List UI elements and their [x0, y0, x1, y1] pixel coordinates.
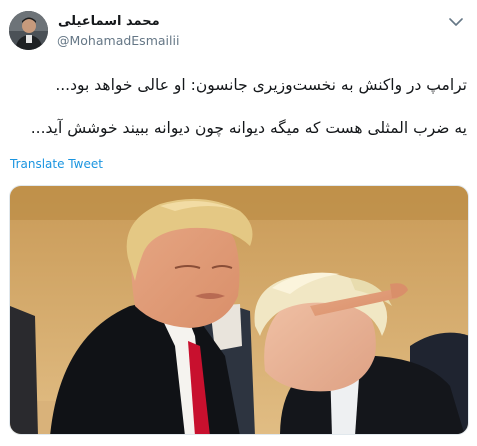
author-name[interactable]: محمد اسماعیلی: [58, 14, 160, 29]
avatar[interactable]: [9, 11, 48, 50]
chevron-down-icon[interactable]: [449, 17, 463, 27]
author-handle[interactable]: @MohamadEsmailii: [57, 33, 179, 48]
tweet-card: محمد اسماعیلی @MohamadEsmailii ترامپ در …: [0, 0, 477, 446]
photo-illustration: [10, 186, 468, 434]
tweet-text-line-1: ترامپ در واکنش به نخست‌وزیری جانسون: او …: [55, 76, 467, 94]
tweet-text-line-2: یه ضرب المثلی هست که میگه دیوانه چون دیو…: [30, 119, 467, 137]
tweet-photo[interactable]: [9, 185, 469, 435]
translate-tweet-link[interactable]: Translate Tweet: [10, 157, 103, 171]
